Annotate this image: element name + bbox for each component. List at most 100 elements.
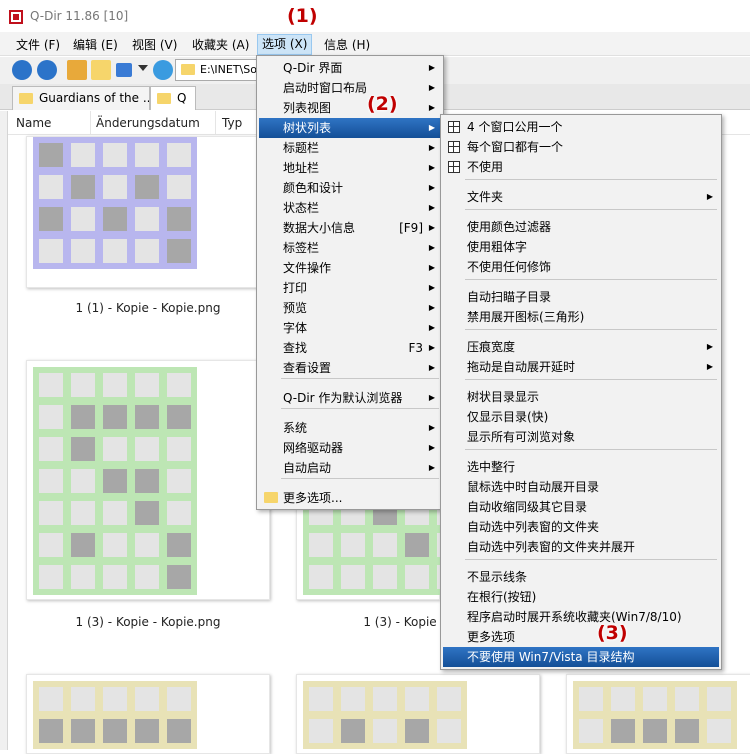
view-mode-icon[interactable] [116, 63, 132, 77]
tree-menu-item[interactable]: 不显示线条 [443, 567, 719, 587]
thumbnail-cell [135, 565, 159, 589]
thumbnail-5[interactable] [296, 674, 540, 754]
menu-item-label: 系统 [283, 421, 308, 435]
tree-menu-item[interactable]: 文件夹 ▶ [443, 187, 719, 207]
menu-separator [465, 279, 717, 280]
thumbnail-cell [405, 687, 429, 711]
menu-item-label: 不显示线条 [467, 570, 528, 584]
forward-icon[interactable] [37, 60, 57, 80]
thumbnail-cell [71, 143, 95, 167]
options-menu-item[interactable]: 文件操作 ▶ [259, 258, 441, 278]
thumbnail-cell [71, 501, 95, 525]
thumbnail-cell [135, 175, 159, 199]
menu-file[interactable]: 文件 (F) [12, 36, 64, 54]
menu-item-label: 自动收缩同级其它目录 [467, 500, 588, 514]
thumbnail-cell [309, 719, 333, 743]
thumbnail-6[interactable] [566, 674, 750, 754]
tree-menu-item[interactable]: 选中整行 [443, 457, 719, 477]
back-icon[interactable] [12, 60, 32, 80]
address-text: E:\INET\So [200, 63, 257, 76]
tree-menu-item[interactable]: 使用颜色过滤器 [443, 217, 719, 237]
thumbnail-cell [71, 469, 95, 493]
options-menu-item[interactable]: 查找 F3 ▶ [259, 338, 441, 358]
column-type[interactable]: Typ [222, 116, 242, 130]
thumbnail-4[interactable] [26, 674, 270, 754]
options-menu-item[interactable]: 字体 ▶ [259, 318, 441, 338]
options-menu-item[interactable]: Q-Dir 作为默认浏览器 ▶ [259, 388, 441, 408]
column-divider[interactable] [90, 111, 91, 135]
tree-menu-item[interactable]: 不使用 [443, 157, 719, 177]
options-menu-item[interactable]: 启动时窗口布局 ▶ [259, 78, 441, 98]
options-menu-item[interactable]: 标题栏 ▶ [259, 138, 441, 158]
up-folder-icon[interactable] [67, 60, 87, 80]
tree-menu-item[interactable]: 自动选中列表窗的文件夹 [443, 517, 719, 537]
options-menu-item[interactable]: 系统 ▶ [259, 418, 441, 438]
menu-item-label: 不要使用 Win7/Vista 目录结构 [467, 650, 635, 664]
column-name[interactable]: Name [16, 116, 51, 130]
app-icon [9, 10, 23, 24]
tree-menu-item[interactable]: 压痕宽度 ▶ [443, 337, 719, 357]
tree-menu-item[interactable]: 自动扫瞄子目录 [443, 287, 719, 307]
submenu-arrow-icon: ▶ [428, 183, 435, 192]
view-dropdown-icon[interactable] [138, 65, 148, 71]
tree-menu-item[interactable]: 使用粗体字 [443, 237, 719, 257]
options-menu-item[interactable]: 地址栏 ▶ [259, 158, 441, 178]
options-menu-item[interactable]: 数据大小信息 [F9] ▶ [259, 218, 441, 238]
submenu-arrow-icon: ▶ [428, 463, 435, 472]
options-menu-item[interactable]: 打印 ▶ [259, 278, 441, 298]
thumbnail-cell [103, 143, 127, 167]
menu-favorites[interactable]: 收藏夹 (A) [188, 36, 253, 54]
tree-menu-item[interactable]: 4 个窗口公用一个 [443, 117, 719, 137]
thumbnail-cell [309, 565, 333, 589]
menu-view[interactable]: 视图 (V) [128, 36, 181, 54]
tree-menu-item[interactable]: 程序启动时展开系统收藏夹(Win7/8/10) [443, 607, 719, 627]
thumbnail-caption[interactable]: 1 (1) - Kopie - Kopie.png [26, 301, 270, 315]
menu-edit[interactable]: 编辑 (E) [69, 36, 122, 54]
thumbnail-cell [611, 687, 635, 711]
submenu-arrow-icon: ▶ [428, 163, 435, 172]
thumbnail-cell [39, 533, 63, 557]
tree-menu-item[interactable]: 自动收缩同级其它目录 [443, 497, 719, 517]
options-menu-item[interactable]: 颜色和设计 ▶ [259, 178, 441, 198]
tree-menu-item[interactable]: 显示所有可浏览对象 [443, 427, 719, 447]
tree-menu-item[interactable]: 树状目录显示 [443, 387, 719, 407]
options-menu-item[interactable]: 网络驱动器 ▶ [259, 438, 441, 458]
tree-menu-item[interactable]: 仅显示目录(快) [443, 407, 719, 427]
options-menu-item[interactable]: 标签栏 ▶ [259, 238, 441, 258]
thumbnail-cell [71, 373, 95, 397]
tab-q[interactable]: Q [150, 86, 196, 110]
tab-guardians[interactable]: Guardians of the ... [12, 86, 150, 110]
tree-menu-item[interactable]: 每个窗口都有一个 [443, 137, 719, 157]
refresh-icon[interactable] [153, 60, 173, 80]
options-menu-item[interactable]: 自动启动 ▶ [259, 458, 441, 478]
thumbnail-2[interactable] [26, 360, 270, 600]
thumbnail-caption[interactable]: 1 (3) - Kopie - Kopie.png [26, 615, 270, 629]
tree-menu-item[interactable]: 不要使用 Win7/Vista 目录结构 [443, 647, 719, 667]
thumbnail-cell [373, 533, 397, 557]
new-folder-icon[interactable] [91, 60, 111, 80]
options-menu-item[interactable]: 更多选项... [259, 488, 441, 508]
menu-options[interactable]: 选项 (X) [257, 34, 313, 55]
options-menu-item[interactable]: 预览 ▶ [259, 298, 441, 318]
options-menu-item[interactable]: 状态栏 ▶ [259, 198, 441, 218]
step-marker-2: (2) [367, 93, 398, 115]
tree-menu-item[interactable]: 自动选中列表窗的文件夹并展开 [443, 537, 719, 557]
tree-menu-item[interactable]: 拖动是自动展开延时 ▶ [443, 357, 719, 377]
options-menu-item[interactable]: 列表视图 ▶ [259, 98, 441, 118]
tree-menu-item[interactable]: 鼠标选中时自动展开目录 [443, 477, 719, 497]
column-divider[interactable] [215, 111, 216, 135]
options-menu-item[interactable]: 查看设置 ▶ [259, 358, 441, 378]
thumbnail-1[interactable] [26, 136, 270, 288]
column-date[interactable]: Änderungsdatum [96, 116, 200, 130]
tree-menu-item[interactable]: 禁用展开图标(三角形) [443, 307, 719, 327]
menu-info[interactable]: 信息 (H) [320, 36, 374, 54]
tree-menu-item[interactable]: 在根行(按钮) [443, 587, 719, 607]
thumbnail-cell [167, 373, 191, 397]
thumbnail-cell [135, 687, 159, 711]
menu-item-label: 使用颜色过滤器 [467, 220, 552, 234]
tree-menu-item[interactable]: 更多选项 [443, 627, 719, 647]
thumbnail-cell [167, 437, 191, 461]
tree-menu-item[interactable]: 不使用任何修饰 [443, 257, 719, 277]
options-menu-item[interactable]: 树状列表 ▶ [259, 118, 441, 138]
options-menu-item[interactable]: Q-Dir 界面 ▶ [259, 58, 441, 78]
